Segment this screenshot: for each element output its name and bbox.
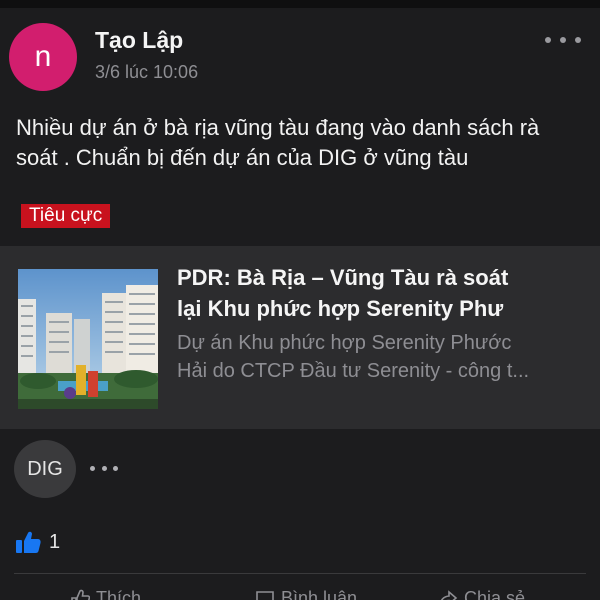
- thumbs-up-outline-icon: [71, 589, 90, 600]
- more-dot: [545, 37, 551, 43]
- top-edge-bar: [0, 0, 600, 8]
- link-thumbnail: [18, 269, 158, 409]
- like-label: Thích: [96, 588, 142, 600]
- share-button[interactable]: Chia sẻ: [438, 588, 525, 600]
- reaction-summary[interactable]: 1: [15, 530, 60, 554]
- link-title-line: PDR: Bà Rịa – Vũng Tàu rà soát: [177, 265, 509, 290]
- more-dot: [560, 37, 566, 43]
- more-options-icon[interactable]: [545, 30, 581, 50]
- link-title-line: lại Khu phức hợp Serenity Phư: [177, 296, 504, 321]
- more-dot: [113, 465, 118, 471]
- reaction-count: 1: [49, 530, 61, 553]
- like-button[interactable]: Thích: [70, 588, 141, 600]
- share-icon: [440, 589, 458, 600]
- sentiment-badge: Tiêu cực: [21, 204, 111, 228]
- post-timestamp[interactable]: 3/6 lúc 10:06: [95, 62, 198, 83]
- link-description: Dự án Khu phức hợp Serenity Phước Hải do…: [177, 329, 582, 385]
- more-dot: [101, 465, 107, 471]
- comment-icon: [256, 590, 274, 600]
- post-screen: n Tạo Lập 3/6 lúc 10:06 Nhiều dự án ở bà…: [0, 0, 600, 600]
- action-bar: Thích Bình luận Chia sẻ: [0, 588, 600, 600]
- link-desc-line: Dự án Khu phức hợp Serenity Phước: [177, 332, 512, 354]
- tag-more-icon[interactable]: [90, 461, 118, 475]
- avatar-letter: n: [34, 40, 52, 73]
- comment-label: Bình luận: [281, 588, 358, 600]
- more-dot: [90, 465, 95, 471]
- author-name[interactable]: Tạo Lập: [95, 27, 183, 54]
- tag-chip[interactable]: DIG: [14, 440, 76, 498]
- link-preview-card[interactable]: PDR: Bà Rịa – Vũng Tàu rà soát lại Khu p…: [0, 246, 600, 429]
- comment-button[interactable]: Bình luận: [255, 588, 357, 600]
- building-image: [18, 269, 158, 409]
- divider: [14, 573, 586, 574]
- avatar[interactable]: n: [9, 23, 77, 91]
- tag-label: DIG: [27, 457, 63, 480]
- link-title[interactable]: PDR: Bà Rịa – Vũng Tàu rà soát lại Khu p…: [177, 262, 587, 324]
- share-label: Chia sẻ: [464, 588, 526, 600]
- link-desc-line: Hải do CTCP Đầu tư Serenity - công t...: [177, 360, 530, 382]
- more-dot: [575, 37, 581, 43]
- thumbs-up-icon: [16, 531, 41, 553]
- post-text: Nhiều dự án ở bà rịa vũng tàu đang vào d…: [16, 115, 540, 170]
